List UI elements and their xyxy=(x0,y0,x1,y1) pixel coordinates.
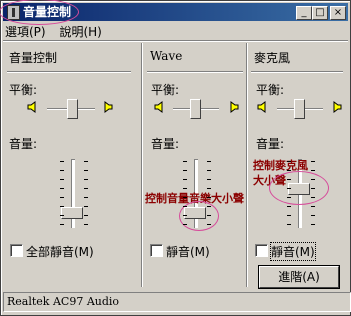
volume-tick xyxy=(311,224,315,225)
volume-tick xyxy=(287,188,291,189)
volume-tick xyxy=(207,179,211,180)
volume-tick xyxy=(207,197,211,198)
column-rule xyxy=(7,71,131,73)
volume-label: 音量: xyxy=(9,137,38,151)
volume-tick xyxy=(311,206,315,207)
volume-tick xyxy=(311,179,315,180)
advanced-button[interactable]: 進階(A) xyxy=(258,265,340,289)
menu-bar: 選項(P) 說明(H) xyxy=(5,23,112,39)
volume-tick xyxy=(311,197,315,198)
minimize-button[interactable]: _ xyxy=(296,6,312,20)
mute-wave-label[interactable]: 靜音(M) xyxy=(166,243,210,260)
volume-tick xyxy=(287,161,291,162)
menu-separator xyxy=(3,40,348,42)
volume-tick xyxy=(60,206,64,207)
volume-tick xyxy=(287,179,291,180)
column-separator xyxy=(141,43,143,287)
close-button[interactable]: × xyxy=(330,6,346,20)
volume-slider-master[interactable] xyxy=(61,207,83,219)
balance-slider-mic[interactable] xyxy=(294,99,305,119)
volume-tick xyxy=(60,170,64,171)
volume-tick xyxy=(287,224,291,225)
column-title-master: 音量控制 xyxy=(9,51,58,65)
volume-tick xyxy=(84,197,88,198)
volume-tick xyxy=(84,170,88,171)
column-title-wave: Wave xyxy=(150,49,183,63)
mute-mic-checkbox[interactable] xyxy=(255,244,268,257)
volume-tick xyxy=(60,197,64,198)
volume-tick xyxy=(84,188,88,189)
speaker-left-icon xyxy=(154,101,163,113)
volume-tick xyxy=(311,170,315,171)
volume-tick xyxy=(207,224,211,225)
volume-tick xyxy=(84,179,88,180)
volume-tick xyxy=(183,224,187,225)
title-annotation-ellipse xyxy=(0,0,79,25)
balance-label: 平衡: xyxy=(151,83,180,97)
status-bar: Realtek AC97 Audio xyxy=(3,292,351,312)
volume-tick xyxy=(183,179,187,180)
mic-annotation-ellipse xyxy=(269,171,329,205)
balance-slider-wave[interactable] xyxy=(190,99,201,119)
mute-mic-label[interactable]: 靜音(M) xyxy=(270,242,316,261)
volume-label: 音量: xyxy=(151,137,180,151)
volume-tick xyxy=(84,215,88,216)
maximize-button[interactable]: □ xyxy=(312,6,328,20)
column-rule xyxy=(251,71,343,73)
balance-label: 平衡: xyxy=(256,83,285,97)
volume-tick xyxy=(183,197,187,198)
volume-tick xyxy=(84,161,88,162)
column-rule xyxy=(147,71,243,73)
column-separator xyxy=(246,43,248,287)
volume-tick xyxy=(207,206,211,207)
column-title-mic: 麥克風 xyxy=(254,51,291,65)
speaker-right-icon xyxy=(104,101,113,113)
volume-tick xyxy=(183,188,187,189)
volume-tick xyxy=(207,188,211,189)
volume-tick xyxy=(287,215,291,216)
balance-label: 平衡: xyxy=(9,83,38,97)
volume-tick xyxy=(84,224,88,225)
mute-all-checkbox[interactable] xyxy=(10,244,23,257)
speaker-right-icon xyxy=(230,101,239,113)
volume-tick xyxy=(60,188,64,189)
volume-tick xyxy=(207,161,211,162)
volume-tick xyxy=(287,170,291,171)
mixer-window: 音量控制 _ □ × 選項(P) 說明(H) 音量控制 平衡: 音量: 全部靜音… xyxy=(0,0,351,316)
speaker-left-icon xyxy=(257,101,266,113)
volume-label: 音量: xyxy=(256,137,285,151)
menu-help[interactable]: 說明(H) xyxy=(59,25,101,39)
volume-tick xyxy=(311,188,315,189)
volume-tick xyxy=(311,161,315,162)
volume-tick xyxy=(183,170,187,171)
volume-tick xyxy=(84,206,88,207)
volume-tick xyxy=(60,224,64,225)
speaker-right-icon xyxy=(333,101,342,113)
volume-tick xyxy=(287,206,291,207)
volume-tick xyxy=(207,215,211,216)
volume-tick xyxy=(311,215,315,216)
volume-tick xyxy=(207,170,211,171)
volume-tick xyxy=(287,197,291,198)
balance-slider-master[interactable] xyxy=(67,99,78,119)
volume-tick xyxy=(60,179,64,180)
volume-tick xyxy=(183,206,187,207)
volume-tick xyxy=(60,215,64,216)
speaker-left-icon xyxy=(27,101,36,113)
volume-tick xyxy=(183,161,187,162)
menu-options[interactable]: 選項(P) xyxy=(5,25,46,39)
mute-wave-checkbox[interactable] xyxy=(150,244,163,257)
mute-all-label[interactable]: 全部靜音(M) xyxy=(26,243,94,260)
volume-tick xyxy=(60,161,64,162)
volume-tick xyxy=(183,215,187,216)
